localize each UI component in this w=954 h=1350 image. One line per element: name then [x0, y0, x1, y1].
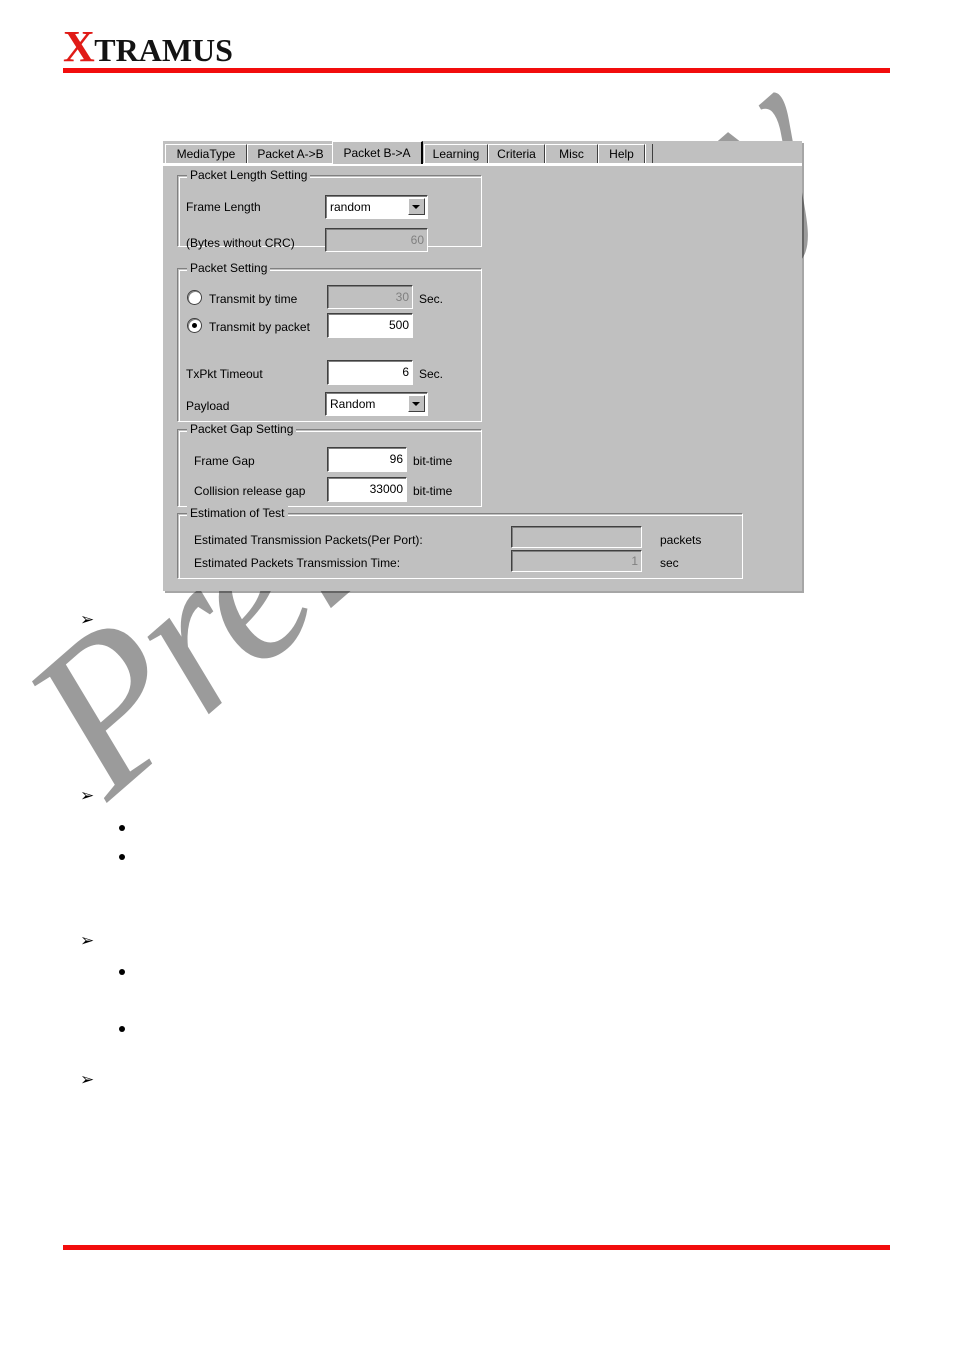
bytes-without-crc-label: (Bytes without CRC): [186, 236, 295, 250]
transmit-by-time-label: Transmit by time: [209, 292, 298, 306]
dot-bullet-icon: [119, 969, 125, 975]
tab-misc[interactable]: Misc: [545, 144, 598, 163]
tab-mediatype[interactable]: MediaType: [165, 144, 247, 163]
footer-divider-rule: [63, 1245, 890, 1250]
collision-release-gap-field[interactable]: 33000: [327, 477, 407, 502]
tab-label: Help: [609, 147, 634, 161]
tab-criteria[interactable]: Criteria: [488, 144, 545, 163]
transmit-by-time-unit: Sec.: [419, 292, 444, 306]
dot-bullet-icon: [119, 854, 125, 860]
arrow-bullet-icon: ➢: [80, 931, 95, 951]
tab-label: MediaType: [176, 147, 236, 161]
frame-length-value: random: [330, 200, 371, 214]
tab-strip: MediaType Packet A->B Packet B->A Learni…: [163, 141, 802, 166]
frame-gap-unit: bit-time: [413, 454, 453, 468]
group-title: Packet Length Setting: [187, 168, 311, 182]
collision-release-gap-label: Collision release gap: [194, 484, 306, 498]
transmit-by-time-field: 30: [327, 285, 413, 309]
frame-length-combo[interactable]: random: [325, 195, 428, 219]
frame-gap-label: Frame Gap: [194, 454, 255, 468]
arrow-bullet-icon: ➢: [80, 1070, 95, 1090]
tab-strip-base: [163, 163, 802, 166]
estimated-transmission-time-field: 1: [511, 550, 642, 572]
logo-x-mark: X: [63, 22, 95, 71]
payload-value: Random: [330, 397, 376, 411]
dot-bullet-icon: [119, 825, 125, 831]
tab-label: Criteria: [497, 147, 536, 161]
tab-help[interactable]: Help: [598, 144, 645, 163]
xtramus-logo: XTRAMUS: [63, 25, 233, 69]
tab-packet-a-to-b[interactable]: Packet A->B: [247, 144, 334, 163]
tab-strip-tail: [645, 144, 653, 163]
tab-label: Packet A->B: [257, 147, 324, 161]
estimated-transmission-packets-label: Estimated Transmission Packets(Per Port)…: [194, 533, 423, 547]
frame-length-label: Frame Length: [186, 200, 261, 214]
header-divider-rule: [63, 68, 890, 73]
estimated-transmission-time-unit: sec: [660, 556, 679, 570]
tab-label: Packet B->A: [343, 146, 411, 160]
tab-label: Learning: [432, 147, 480, 161]
txpkt-timeout-field[interactable]: 6: [327, 360, 413, 385]
logo-wordmark: TRAMUS: [94, 32, 233, 68]
bytes-without-crc-field: 60: [325, 228, 428, 252]
transmit-by-time-radio[interactable]: [188, 291, 201, 304]
tab-learning[interactable]: Learning: [424, 144, 488, 163]
packet-settings-dialog: MediaType Packet A->B Packet B->A Learni…: [163, 141, 802, 591]
transmit-by-packet-radio[interactable]: [188, 319, 201, 332]
estimated-transmission-time-label: Estimated Packets Transmission Time:: [194, 556, 401, 570]
chevron-down-icon[interactable]: [408, 395, 425, 412]
arrow-bullet-icon: ➢: [80, 786, 95, 806]
arrow-bullet-icon: ➢: [80, 610, 95, 630]
group-title: Packet Setting: [187, 261, 271, 275]
transmit-by-packet-field[interactable]: 500: [327, 313, 413, 338]
group-title: Packet Gap Setting: [187, 422, 297, 436]
estimated-transmission-packets-field: [511, 526, 642, 548]
txpkt-timeout-unit: Sec.: [419, 367, 444, 381]
frame-gap-field[interactable]: 96: [327, 447, 407, 472]
group-title: Estimation of Test: [187, 506, 288, 520]
tab-packet-b-to-a[interactable]: Packet B->A: [332, 141, 423, 164]
radio-dot: [192, 323, 197, 328]
dot-bullet-icon: [119, 1026, 125, 1032]
tab-label: Misc: [559, 147, 584, 161]
collision-release-gap-unit: bit-time: [413, 484, 453, 498]
estimated-transmission-packets-unit: packets: [660, 533, 702, 547]
chevron-down-icon[interactable]: [408, 198, 425, 215]
txpkt-timeout-label: TxPkt Timeout: [186, 367, 263, 381]
payload-label: Payload: [186, 399, 230, 413]
payload-combo[interactable]: Random: [325, 392, 428, 416]
transmit-by-packet-label: Transmit by packet: [209, 320, 310, 334]
